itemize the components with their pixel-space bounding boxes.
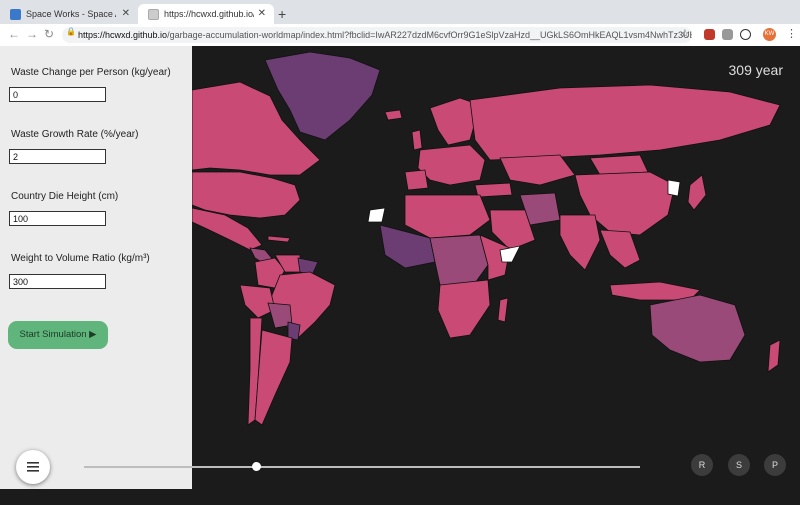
extension-gray-icon[interactable] [722,29,733,40]
p-button[interactable]: P [764,454,786,476]
country-die-height-input[interactable]: 100 [9,211,106,226]
tab-space-works[interactable]: Space Works - Space Apps Cha ✕ [0,4,138,24]
control-panel [0,46,192,489]
r-button[interactable]: R [691,454,713,476]
country-cuba [267,235,291,243]
country-japan [687,174,707,211]
start-simulation-button[interactable]: Start Simulation ▶ [8,321,108,349]
s-button[interactable]: S [728,454,750,476]
profile-avatar[interactable]: KW [763,28,776,41]
waste-change-input[interactable]: 0 [9,87,106,102]
hamburger-icon [27,462,39,472]
tab-title: Space Works - Space Apps Cha [26,9,116,19]
forward-arrow-icon[interactable]: → [26,27,38,41]
country-southern-africa [437,279,491,339]
waste-growth-input[interactable]: 2 [9,149,106,164]
address-bar[interactable]: https://hcwxd.github.io/garbage-accumula… [62,27,692,43]
browser-menu-icon[interactable]: ⋮ [786,27,797,40]
country-peru [239,284,276,319]
url-host: https://hcwxd.github.io [78,30,168,40]
page-favicon-icon [148,9,159,20]
close-tab-icon[interactable]: ✕ [258,8,266,19]
country-north-korea [667,179,681,197]
waste-growth-label: Waste Growth Rate (%/year) [11,129,139,140]
browser-toolbar: ← → ↻ https://hcwxd.github.io/garbage-ac… [0,24,800,47]
menu-button[interactable] [16,450,50,484]
tab-garbage-map[interactable]: https://hcwxd.github.io/garbag ✕ [138,4,274,24]
country-mongolia [589,154,649,176]
url-path: /garbage-accumulation-worldmap/index.htm… [167,30,692,40]
tab-title: https://hcwxd.github.io/garbag [164,9,254,19]
country-north-africa [404,194,491,239]
lock-icon: 🔒 [66,27,76,36]
country-russia [469,84,781,161]
year-display: 309 year [728,62,783,78]
country-kazakhstan [499,154,576,186]
close-tab-icon[interactable]: ✕ [122,8,130,19]
timeline-slider-track[interactable] [84,466,640,468]
country-iceland [384,109,403,121]
country-australia [649,294,746,363]
timeline-slider-thumb[interactable] [251,462,261,471]
country-india [559,214,601,271]
country-western-sahara [367,207,386,223]
country-spain [404,169,429,191]
country-southeast-asia [599,229,641,269]
weight-volume-input[interactable]: 300 [9,274,106,289]
country-uk [411,129,423,151]
back-arrow-icon[interactable]: ← [8,27,20,41]
reload-icon[interactable]: ↻ [44,27,54,41]
country-new-zealand [767,339,781,373]
new-tab-icon[interactable]: + [278,6,286,22]
bookmark-star-icon[interactable]: ☆ [680,27,690,40]
waste-change-label: Waste Change per Person (kg/year) [11,67,171,78]
country-madagascar [497,297,509,323]
country-argentina [254,329,293,426]
space-works-favicon-icon [10,9,21,20]
country-die-height-label: Country Die Height (cm) [11,191,119,202]
extension-block-icon[interactable] [740,29,751,40]
country-europe [417,144,486,186]
country-turkey [474,182,513,198]
extension-red-icon[interactable] [704,29,715,40]
weight-volume-label: Weight to Volume Ratio (kg/m³) [11,253,150,264]
